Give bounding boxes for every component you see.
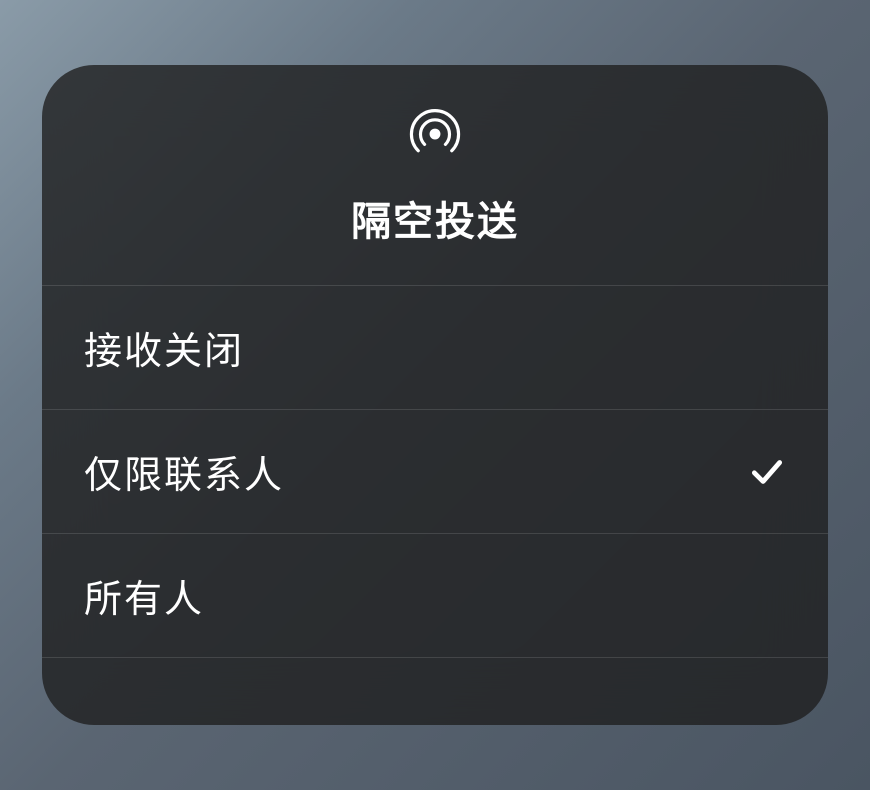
option-label: 仅限联系人 <box>84 444 284 499</box>
option-everyone[interactable]: 所有人 <box>42 534 828 658</box>
airdrop-icon <box>406 105 464 163</box>
airdrop-title: 隔空投送 <box>351 189 519 247</box>
option-contacts-only[interactable]: 仅限联系人 <box>42 410 828 534</box>
checkmark-icon <box>748 453 786 491</box>
option-label: 接收关闭 <box>84 320 244 375</box>
airdrop-panel: 隔空投送 接收关闭 仅限联系人 所有人 <box>42 65 828 725</box>
airdrop-header: 隔空投送 <box>42 65 828 286</box>
option-label: 所有人 <box>84 568 204 623</box>
option-receiving-off[interactable]: 接收关闭 <box>42 286 828 410</box>
